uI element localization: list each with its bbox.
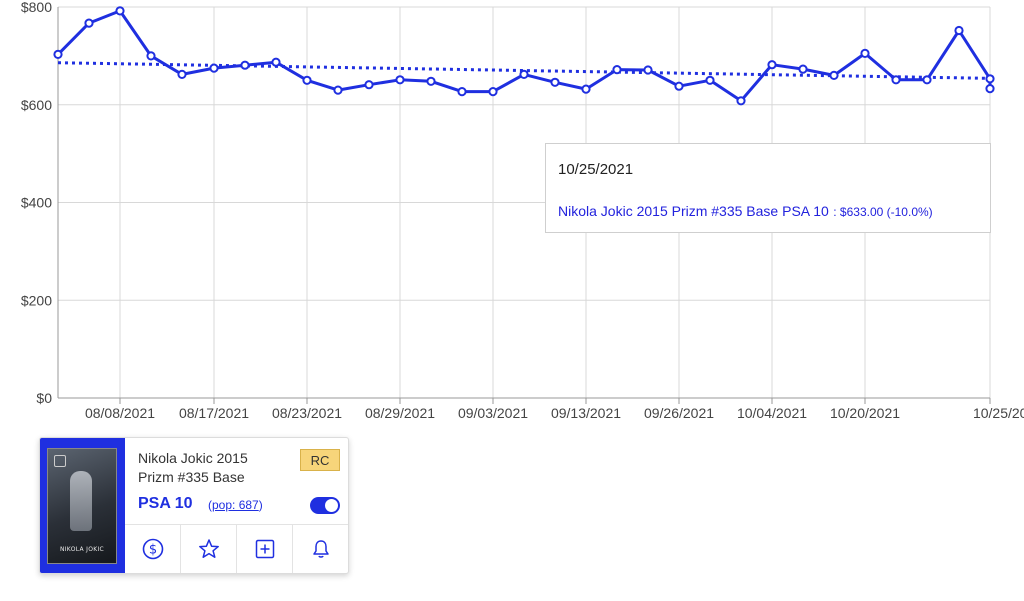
data-point[interactable]	[891, 75, 901, 85]
y-tick-label: $200	[21, 292, 52, 308]
data-point[interactable]	[581, 84, 591, 94]
data-point[interactable]	[550, 77, 560, 87]
x-tick-label: 10/25/2021	[973, 405, 1024, 421]
favorite-button[interactable]	[181, 525, 237, 573]
x-tick-label: 08/29/2021	[365, 405, 435, 421]
data-point[interactable]	[240, 60, 250, 70]
pop-close-paren: )	[258, 498, 263, 512]
series-path	[56, 9, 992, 103]
svg-text:$: $	[148, 543, 156, 558]
card-thumbnail-frame: NIKOLA JOKIC	[40, 438, 125, 573]
toggle-knob	[325, 499, 338, 512]
x-tick-label: 10/20/2021	[830, 405, 900, 421]
tooltip-series-value: : $633.00 (-10.0%)	[833, 205, 933, 219]
data-point[interactable]	[705, 75, 715, 85]
x-tick-label: 08/08/2021	[85, 405, 155, 421]
data-point[interactable]	[84, 18, 94, 28]
x-tick-label: 08/23/2021	[272, 405, 342, 421]
add-to-collection-button[interactable]	[237, 525, 293, 573]
tooltip-series-name: Nikola Jokic 2015 Prizm #335 Base PSA 10	[558, 203, 829, 219]
card-summary: NIKOLA JOKIC Nikola Jokic 2015 Prizm #33…	[39, 437, 349, 574]
data-point[interactable]	[146, 51, 156, 61]
x-axis: 08/08/2021 08/17/2021 08/23/2021 08/29/2021…	[58, 397, 1024, 421]
y-tick-label: $400	[21, 195, 52, 211]
x-tick-label: 09/13/2021	[551, 405, 621, 421]
card-thumbnail[interactable]: NIKOLA JOKIC	[47, 448, 117, 564]
data-point[interactable]	[829, 70, 839, 81]
data-point[interactable]	[519, 69, 529, 80]
series-line	[56, 9, 992, 103]
chart-tooltip: 10/25/2021 Nikola Jokic 2015 Prizm #335 …	[545, 143, 991, 233]
chart-toggle[interactable]	[310, 497, 340, 514]
data-point[interactable]	[177, 69, 187, 80]
data-point[interactable]	[488, 87, 498, 97]
y-tick-label: $800	[21, 0, 52, 15]
data-point[interactable]	[271, 57, 281, 67]
x-tick-label: 09/26/2021	[644, 405, 714, 421]
data-point[interactable]	[767, 60, 777, 70]
rc-badge: RC	[300, 449, 340, 471]
x-tick-label: 09/03/2021	[458, 405, 528, 421]
y-tick-label: $0	[36, 390, 52, 406]
star-icon	[198, 539, 219, 558]
tooltip-series: Nikola Jokic 2015 Prizm #335 Base PSA 10…	[558, 203, 933, 221]
series-points	[53, 6, 995, 106]
alert-button[interactable]	[293, 525, 348, 573]
data-point[interactable]	[643, 65, 653, 75]
card-thumbnail-name: NIKOLA JOKIC	[59, 546, 105, 553]
price-button[interactable]: $	[125, 525, 181, 573]
x-tick-label: 08/17/2021	[179, 405, 249, 421]
data-point[interactable]	[333, 85, 343, 95]
data-point[interactable]	[954, 25, 964, 36]
rookie-logo-icon	[54, 455, 66, 467]
data-point[interactable]	[860, 48, 870, 59]
data-point[interactable]	[364, 80, 374, 90]
data-point[interactable]	[395, 75, 405, 85]
data-point[interactable]	[209, 63, 219, 73]
bell-icon	[312, 540, 329, 558]
data-point[interactable]	[798, 64, 808, 74]
grade-label: PSA 10	[138, 495, 193, 512]
tooltip-date: 10/25/2021	[558, 161, 634, 178]
player-figure	[70, 471, 92, 531]
pop-link[interactable]: pop: 687	[212, 498, 259, 512]
x-tick-label: 10/04/2021	[737, 405, 807, 421]
data-point[interactable]	[985, 84, 995, 94]
data-point[interactable]	[985, 74, 995, 84]
data-point[interactable]	[457, 87, 467, 97]
data-point[interactable]	[612, 65, 622, 75]
data-point[interactable]	[302, 75, 312, 85]
data-point[interactable]	[736, 96, 746, 106]
y-axis: $0 $200 $400 $600 $800	[21, 0, 59, 406]
data-point[interactable]	[53, 49, 63, 60]
card-title: Nikola Jokic 2015 Prizm #335 Base	[138, 450, 248, 485]
data-point[interactable]	[426, 76, 436, 86]
data-point[interactable]	[115, 6, 125, 16]
data-point[interactable]	[674, 81, 684, 91]
y-tick-label: $600	[21, 97, 52, 113]
dollar-circle-icon: $	[142, 538, 163, 560]
population: (pop: 687)	[208, 498, 263, 512]
card-actions: $	[125, 524, 348, 573]
plus-square-icon	[255, 539, 274, 559]
data-point[interactable]	[922, 75, 932, 85]
